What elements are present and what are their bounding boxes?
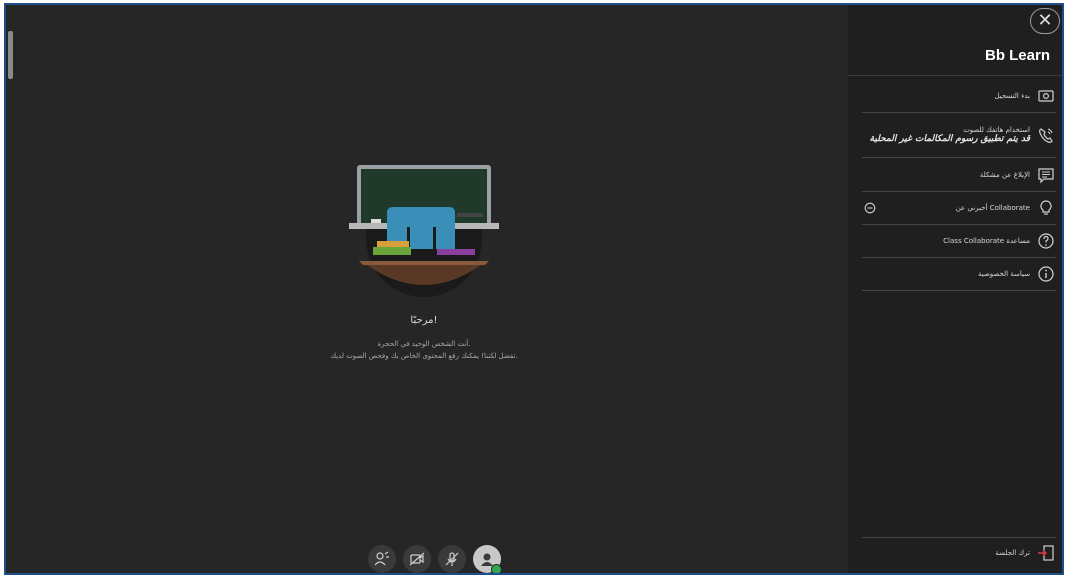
- menu-item-phone-text: استخدام هاتفك للصوت قد يتم تطبيق رسوم ال…: [870, 126, 1030, 144]
- menu-item-report-issue[interactable]: الإبلاغ عن مشكلة: [862, 158, 1056, 192]
- my-status-avatar-button[interactable]: [473, 545, 502, 573]
- menu-item-label: الإبلاغ عن مشكلة: [979, 170, 1030, 179]
- help-icon: [1036, 231, 1056, 251]
- close-panel-button[interactable]: ✕: [1030, 8, 1060, 34]
- app-frame: مرحبًا! أنت الشخص الوحيد في الحجرة. تفضل…: [4, 3, 1064, 575]
- menu-item-label: بدء التسجيل: [994, 91, 1030, 100]
- close-icon: ✕: [1037, 10, 1053, 31]
- leave-session-button[interactable]: ترك الجلسة: [862, 537, 1056, 568]
- share-content-button[interactable]: [368, 545, 396, 573]
- menu-item-help[interactable]: Class Collaborate مساعدة: [862, 225, 1056, 258]
- leave-session-label: ترك الجلسة: [995, 549, 1030, 557]
- microphone-toggle-button[interactable]: [438, 545, 466, 573]
- menu-item-privacy-policy[interactable]: سياسة الخصوصية: [862, 258, 1056, 291]
- share-icon: [374, 551, 389, 566]
- menu-item-sublabel: قد يتم تطبيق رسوم المكالمات غير المحلية: [869, 134, 1030, 144]
- info-icon: [1036, 264, 1056, 284]
- menu-item-label: استخدام هاتفك للصوت: [963, 126, 1030, 134]
- divider: [848, 75, 1062, 76]
- panel-title: Bb Learn: [984, 47, 1050, 64]
- welcome-title: مرحبًا!: [410, 315, 438, 326]
- phone-icon: [1036, 125, 1056, 145]
- scroll-handle[interactable]: [8, 31, 13, 79]
- session-menu: بدء التسجيل استخدام هاتفك للصوت قد يتم ت…: [862, 79, 1056, 291]
- welcome-line-1: أنت الشخص الوحيد في الحجرة.: [377, 340, 471, 348]
- collapse-icon[interactable]: [864, 202, 876, 214]
- lightbulb-icon: [1036, 198, 1056, 218]
- menu-item-start-recording[interactable]: بدء التسجيل: [862, 79, 1056, 113]
- mic-off-icon: [445, 552, 459, 566]
- session-menu-panel: ✕ Bb Learn بدء التسجيل استخدام هاتفك للص…: [848, 5, 1062, 573]
- camera-off-icon: [409, 552, 425, 566]
- media-controls: [368, 545, 502, 573]
- report-icon: [1036, 165, 1056, 185]
- menu-item-tell-me-about-collaborate[interactable]: أخبرني عن Collaborate: [862, 192, 1056, 225]
- menu-item-label: سياسة الخصوصية: [977, 270, 1030, 278]
- welcome-line-2: تفضل لكننا! يمكنك رفع المحتوى الخاص بك و…: [330, 352, 518, 360]
- record-icon: [1036, 86, 1056, 106]
- menu-item-label: Class Collaborate مساعدة: [943, 237, 1030, 245]
- camera-toggle-button[interactable]: [403, 545, 431, 573]
- welcome-message: مرحبًا! أنت الشخص الوحيد في الحجرة. تفضل…: [6, 165, 842, 362]
- main-stage: مرحبًا! أنت الشخص الوحيد في الحجرة. تفضل…: [6, 5, 842, 573]
- menu-item-use-phone[interactable]: استخدام هاتفك للصوت قد يتم تطبيق رسوم ال…: [862, 113, 1056, 158]
- exit-icon: [1036, 543, 1056, 563]
- classroom-illustration: [349, 165, 499, 297]
- status-badge: [491, 564, 502, 573]
- menu-item-label: أخبرني عن Collaborate: [955, 204, 1030, 212]
